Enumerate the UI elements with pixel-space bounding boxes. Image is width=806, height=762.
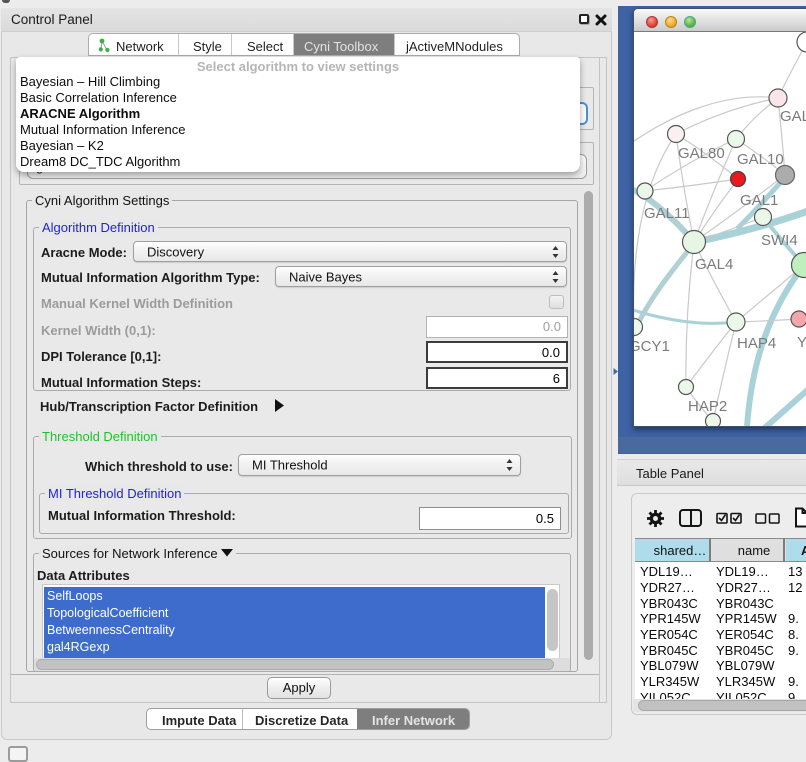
- svg-text:GAL4: GAL4: [695, 256, 733, 273]
- svg-text:GCY1: GCY1: [634, 338, 670, 355]
- svg-text:HAP2: HAP2: [688, 398, 727, 415]
- svg-text:GAL: GAL: [780, 108, 806, 125]
- svg-text:Y: Y: [797, 334, 806, 351]
- svg-text:GAL11: GAL11: [644, 205, 690, 222]
- svg-text:GAL80: GAL80: [678, 145, 725, 162]
- svg-text:GAL1: GAL1: [740, 192, 778, 209]
- svg-text:HAP4: HAP4: [737, 335, 776, 352]
- svg-text:GAL10: GAL10: [737, 151, 784, 168]
- svg-text:SWI4: SWI4: [761, 232, 798, 249]
